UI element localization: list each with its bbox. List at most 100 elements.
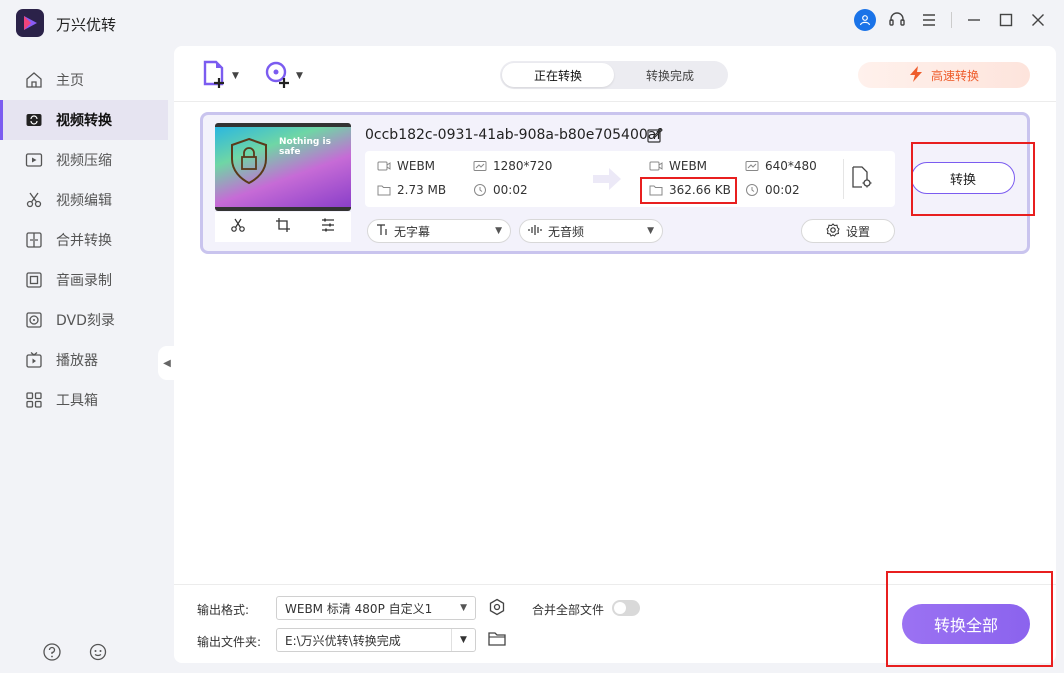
thumbnail-tools	[215, 212, 351, 242]
video-compress-icon	[24, 150, 44, 170]
sidebar-item-label: 音画录制	[56, 273, 112, 289]
close-icon[interactable]	[1022, 8, 1054, 32]
add-disc-button[interactable]: ▼	[264, 60, 303, 92]
status-tabs: 正在转换 转换完成	[500, 61, 728, 89]
card-divider	[843, 159, 844, 199]
source-size: 2.73 MB	[377, 183, 446, 197]
output-folder-select[interactable]: E:\万兴优转\转换完成 ▼	[276, 628, 476, 652]
merge-icon	[24, 230, 44, 250]
effects-sliders-icon[interactable]	[320, 217, 336, 237]
resolution-icon	[473, 159, 487, 173]
chevron-down-icon: ▼	[451, 629, 475, 651]
chevron-down-icon: ▼	[296, 71, 303, 81]
turbo-label: 高速转换	[930, 68, 979, 83]
chevron-down-icon: ▼	[232, 71, 239, 81]
target-duration: 00:02	[745, 183, 800, 197]
menu-icon[interactable]	[913, 8, 945, 32]
sidebar: 主页 视频转换 视频压缩 视频编辑 合并转换 音画录制 DVD刻录 播放器 工具…	[0, 60, 168, 420]
clock-icon	[745, 183, 759, 197]
crop-icon[interactable]	[275, 217, 291, 237]
chevron-down-icon: ▼	[495, 226, 502, 236]
add-file-icon	[202, 60, 228, 92]
maximize-icon[interactable]	[990, 8, 1022, 32]
chevron-down-icon: ▼	[460, 603, 467, 613]
tab-converting[interactable]: 正在转换	[502, 63, 614, 87]
trim-scissors-icon[interactable]	[230, 217, 246, 237]
toolbox-icon	[24, 390, 44, 410]
record-icon	[24, 270, 44, 290]
sidebar-item-label: 视频编辑	[56, 193, 112, 209]
format-settings-icon[interactable]	[488, 598, 506, 620]
sidebar-item-video-edit[interactable]: 视频编辑	[0, 180, 168, 220]
tab-completed[interactable]: 转换完成	[614, 63, 726, 87]
sidebar-item-merge[interactable]: 合并转换	[0, 220, 168, 260]
target-resolution: 640*480	[745, 159, 817, 173]
sidebar-item-video-compress[interactable]: 视频压缩	[0, 140, 168, 180]
chevron-down-icon: ▼	[647, 226, 654, 236]
shield-icon	[229, 137, 269, 189]
merge-all-toggle[interactable]	[612, 600, 640, 616]
output-settings-icon[interactable]	[851, 165, 873, 193]
sidebar-item-label: 视频压缩	[56, 153, 112, 169]
size-highlight-box	[640, 177, 737, 204]
scissors-icon	[24, 190, 44, 210]
titlebar-divider	[951, 12, 952, 28]
sidebar-item-record[interactable]: 音画录制	[0, 260, 168, 300]
file-info-panel: WEBM 1280*720 2.73 MB 00:02 WEBM 640*480…	[365, 151, 895, 207]
output-folder-label: 输出文件夹:	[197, 635, 262, 649]
video-format-icon	[377, 159, 391, 173]
add-disc-icon	[264, 60, 292, 92]
support-headset-icon[interactable]	[881, 8, 913, 32]
folder-icon	[377, 183, 391, 197]
player-icon	[24, 350, 44, 370]
main-panel: ▼ ▼ 正在转换 转换完成 高速转换 Nothing is safe 0ccb1…	[174, 46, 1056, 667]
task-card: Nothing is safe 0ccb182c-0931-41ab-908a-…	[200, 112, 1035, 254]
turbo-convert-button[interactable]: 高速转换	[858, 62, 1030, 88]
feedback-icon[interactable]	[88, 642, 108, 666]
output-format-label: 输出格式:	[197, 603, 250, 617]
main-toolbar: ▼ ▼ 正在转换 转换完成 高速转换	[174, 46, 1056, 102]
video-convert-icon	[24, 110, 44, 130]
clock-icon	[473, 183, 487, 197]
sidebar-item-player[interactable]: 播放器	[0, 340, 168, 380]
output-format-select[interactable]: WEBM 标清 480P 自定义1 ▼	[276, 596, 476, 620]
sidebar-footer	[42, 642, 108, 666]
bottom-bar: 输出格式: WEBM 标清 480P 自定义1 ▼ 合并全部文件 输出文件夹: …	[174, 571, 1056, 667]
chevron-left-icon: ◀	[163, 357, 171, 369]
subtitle-select[interactable]: 无字幕 ▼	[367, 219, 511, 243]
convert-all-highlight-box	[886, 571, 1053, 667]
sidebar-item-label: 工具箱	[56, 393, 98, 409]
account-icon[interactable]	[849, 8, 881, 32]
audio-wave-icon	[528, 223, 544, 240]
sidebar-item-label: 视频转换	[56, 113, 112, 129]
sidebar-item-label: 主页	[56, 73, 84, 89]
sidebar-item-video-convert[interactable]: 视频转换	[0, 100, 168, 140]
home-icon	[24, 70, 44, 90]
sidebar-item-toolbox[interactable]: 工具箱	[0, 380, 168, 420]
settings-gear-icon	[826, 222, 840, 240]
video-format-icon	[649, 159, 663, 173]
thumbnail-caption: Nothing is safe	[279, 137, 331, 157]
sidebar-item-home[interactable]: 主页	[0, 60, 168, 100]
open-folder-icon[interactable]	[488, 631, 506, 651]
video-thumbnail[interactable]: Nothing is safe	[215, 123, 351, 211]
source-resolution: 1280*720	[473, 159, 552, 173]
dvd-icon	[24, 310, 44, 330]
help-icon[interactable]	[42, 642, 62, 666]
titlebar-controls	[849, 8, 1054, 32]
app-title: 万兴优转	[56, 16, 117, 34]
lightning-icon	[909, 65, 923, 85]
sidebar-item-label: DVD刻录	[56, 313, 115, 329]
sidebar-item-label: 播放器	[56, 353, 98, 369]
sidebar-item-label: 合并转换	[56, 233, 112, 249]
target-format: WEBM	[649, 159, 707, 173]
settings-button[interactable]: 设置	[801, 219, 895, 243]
audio-select[interactable]: 无音频 ▼	[519, 219, 663, 243]
minimize-icon[interactable]	[958, 8, 990, 32]
sidebar-item-dvd[interactable]: DVD刻录	[0, 300, 168, 340]
app-logo	[16, 9, 44, 37]
subtitle-icon	[376, 223, 390, 240]
add-file-button[interactable]: ▼	[202, 60, 239, 92]
rename-edit-icon[interactable]	[647, 127, 663, 147]
merge-all-label: 合并全部文件	[532, 603, 605, 617]
